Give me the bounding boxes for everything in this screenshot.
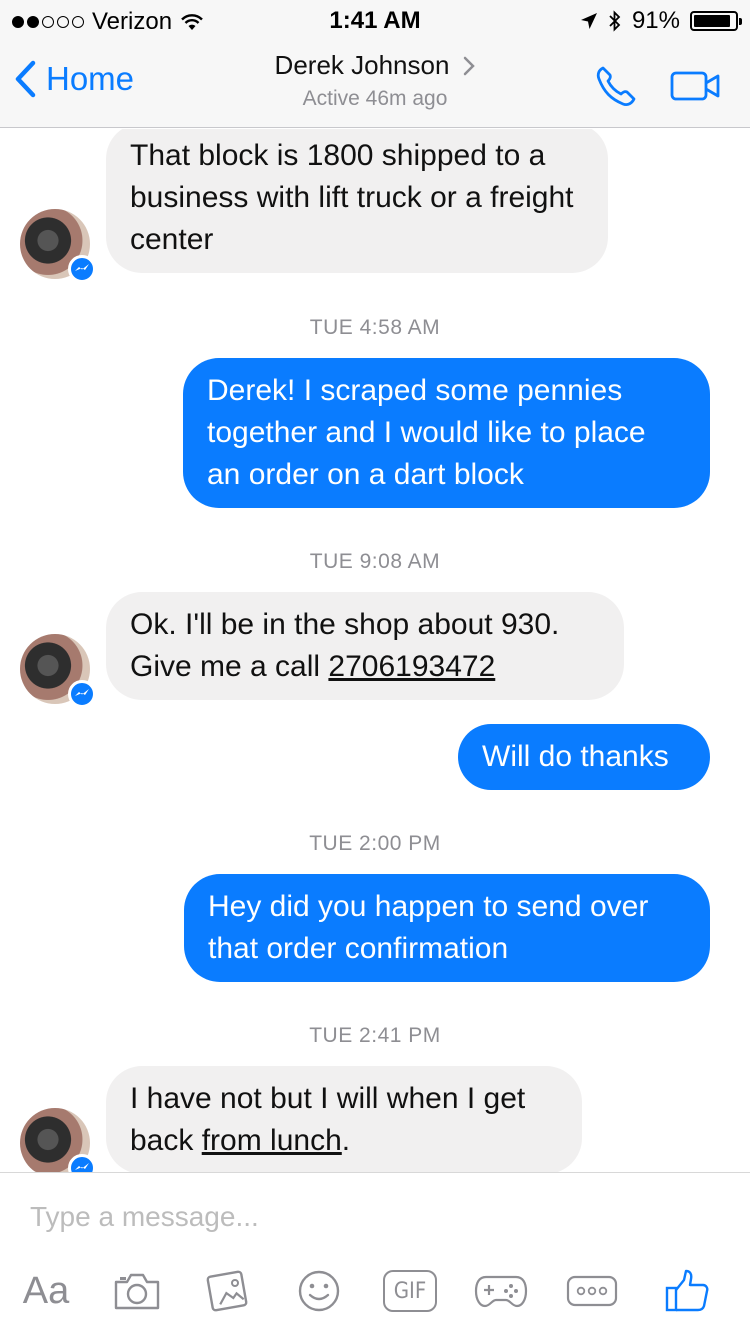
contact-name: Derek Johnson <box>274 50 450 80</box>
battery-icon <box>690 11 742 31</box>
status-right: 91% <box>580 7 742 35</box>
aa-label: Aa <box>22 1269 70 1312</box>
camera-icon <box>114 1273 160 1310</box>
incoming-message[interactable]: That block is 1800 shipped to a business… <box>106 129 608 273</box>
photo-icon <box>206 1270 248 1312</box>
outgoing-message[interactable]: Will do thanks <box>458 724 710 790</box>
message-text-end: . <box>341 1124 351 1157</box>
battery-percent: 91% <box>631 7 680 34</box>
gamepad-icon <box>474 1275 528 1308</box>
composer: Aa GIF <box>0 1172 750 1334</box>
bluetooth-icon <box>609 10 621 32</box>
timestamp: TUE 2:00 PM <box>309 832 441 855</box>
smiley-icon <box>298 1270 340 1312</box>
composer-toolbar: Aa GIF <box>0 1261 750 1321</box>
timestamp: TUE 9:08 AM <box>309 550 441 573</box>
message-text: That block is 1800 shipped to a business… <box>130 139 574 256</box>
message-list[interactable]: That block is 1800 shipped to a business… <box>0 129 750 1172</box>
message-text: Hey did you happen to send over that ord… <box>208 890 649 965</box>
camera-button[interactable] <box>110 1261 164 1321</box>
message-input[interactable] <box>30 1201 710 1233</box>
video-camera-icon[interactable] <box>670 68 722 104</box>
timestamp: TUE 4:58 AM <box>309 316 441 339</box>
gallery-button[interactable] <box>204 1261 254 1321</box>
location-arrow-icon <box>580 13 597 29</box>
text-format-button[interactable]: Aa <box>18 1261 74 1321</box>
like-button[interactable] <box>662 1261 712 1321</box>
incoming-message[interactable]: I have not but I will when I get back fr… <box>106 1066 582 1172</box>
phone-number-link[interactable]: 2706193472 <box>328 650 495 683</box>
outgoing-message[interactable]: Derek! I scraped some pennies together a… <box>183 358 710 508</box>
message-link[interactable]: from lunch <box>202 1124 342 1157</box>
more-button[interactable] <box>566 1261 618 1321</box>
more-icon <box>566 1275 618 1307</box>
message-text: Will do thanks <box>482 740 669 773</box>
battery-fill <box>694 15 731 27</box>
outgoing-message[interactable]: Hey did you happen to send over that ord… <box>184 874 710 982</box>
gif-button[interactable]: GIF <box>382 1261 438 1321</box>
status-bar: Verizon 1:41 AM 91% <box>0 0 750 40</box>
messenger-badge-icon <box>68 680 96 708</box>
thumbs-up-icon <box>665 1269 709 1312</box>
incoming-message[interactable]: Ok. I'll be in the shop about 930. Give … <box>106 592 624 700</box>
timestamp: TUE 2:41 PM <box>309 1024 441 1047</box>
header-actions <box>594 64 722 108</box>
emoji-button[interactable] <box>296 1261 342 1321</box>
conversation-header: Home Derek Johnson Active 46m ago <box>0 40 750 128</box>
messenger-badge-icon <box>68 255 96 283</box>
message-text: Derek! I scraped some pennies together a… <box>207 374 646 491</box>
messenger-badge-icon <box>68 1154 96 1172</box>
gif-label: GIF <box>393 1278 427 1304</box>
phone-icon[interactable] <box>594 64 638 108</box>
games-button[interactable] <box>474 1261 528 1321</box>
chevron-right-icon <box>464 56 476 75</box>
